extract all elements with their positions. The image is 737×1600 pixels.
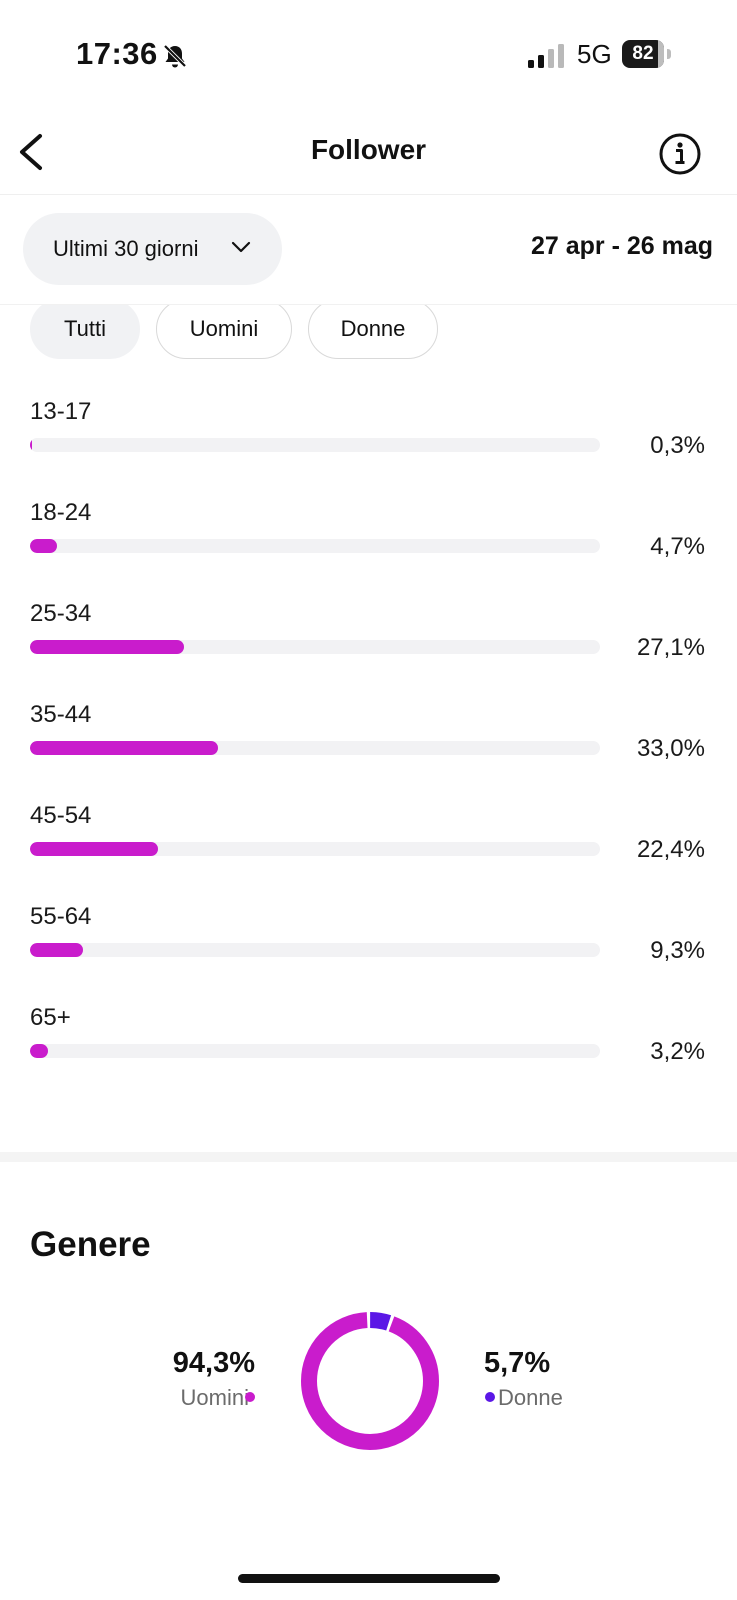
age-label: 55-64 [30, 903, 92, 930]
chip-women[interactable]: Donne [308, 305, 438, 359]
age-row: 25-34 27,1% [0, 600, 737, 700]
date-range-label: Ultimi 30 giorni [53, 236, 199, 261]
men-value: 94,3% [172, 1347, 255, 1379]
bar-track [30, 640, 600, 654]
header: Follower [0, 110, 737, 195]
info-icon [659, 133, 701, 175]
age-label: 18-24 [30, 499, 92, 526]
women-caption: Donne [498, 1385, 563, 1410]
bar-fill [30, 741, 219, 755]
bell-slash-icon [163, 44, 187, 68]
network-label: 5G [577, 39, 612, 69]
age-value: 4,7% [650, 533, 705, 560]
chip-men[interactable]: Uomini [156, 305, 292, 359]
gender-donut-chart [301, 1312, 439, 1450]
women-legend-dot [485, 1392, 495, 1402]
bar-track [30, 842, 600, 856]
age-label: 65+ [30, 1004, 71, 1031]
signal-icon [528, 44, 564, 68]
status-bar: 17:36 5G 82 [0, 0, 737, 110]
age-value: 27,1% [636, 634, 705, 661]
age-label: 13-17 [30, 398, 92, 425]
page-title: Follower [310, 134, 427, 165]
donut-segment-men [301, 1312, 439, 1450]
age-value: 3,2% [650, 1038, 705, 1065]
info-button[interactable] [658, 132, 702, 176]
bar-fill [30, 1044, 49, 1058]
bar-fill [30, 640, 185, 654]
age-row: 65+ 3,2% [0, 1004, 737, 1104]
age-value: 33,0% [636, 735, 705, 762]
date-range-text: 27 apr - 26 mag [530, 232, 713, 260]
age-value: 22,4% [636, 836, 705, 863]
age-row: 18-24 4,7% [0, 499, 737, 599]
age-value: 0,3% [650, 432, 705, 459]
chevron-down-icon [231, 241, 251, 253]
age-row: 45-54 22,4% [0, 802, 737, 902]
gender-title: Genere [30, 1225, 151, 1264]
status-time: 17:36 [76, 36, 158, 71]
chip-all[interactable]: Tutti [30, 305, 140, 359]
men-caption: Uomini [180, 1385, 249, 1410]
age-row: 35-44 33,0% [0, 701, 737, 801]
women-value: 5,7% [484, 1347, 551, 1379]
section-divider [0, 1152, 737, 1162]
home-indicator [238, 1574, 500, 1583]
bar-fill [30, 943, 83, 957]
age-value: 9,3% [650, 937, 705, 964]
bar-fill [30, 842, 158, 856]
bar-track [30, 943, 600, 957]
gender-filter-chips: Tutti Uomini Donne [0, 304, 737, 367]
men-legend-dot [245, 1392, 255, 1402]
date-range-dropdown[interactable]: Ultimi 30 giorni [23, 213, 282, 285]
age-label: 25-34 [30, 600, 92, 627]
battery-level: 82 [632, 43, 654, 64]
bar-track [30, 539, 600, 553]
bar-track [30, 438, 600, 452]
bar-track [30, 741, 600, 755]
age-label: 35-44 [30, 701, 92, 728]
bar-fill [30, 438, 32, 452]
bar-fill [30, 539, 57, 553]
age-row: 13-17 0,3% [0, 398, 737, 498]
battery-icon: 82 [622, 40, 672, 68]
age-row: 55-64 9,3% [0, 903, 737, 1003]
age-label: 45-54 [30, 802, 92, 829]
bar-track [30, 1044, 600, 1058]
